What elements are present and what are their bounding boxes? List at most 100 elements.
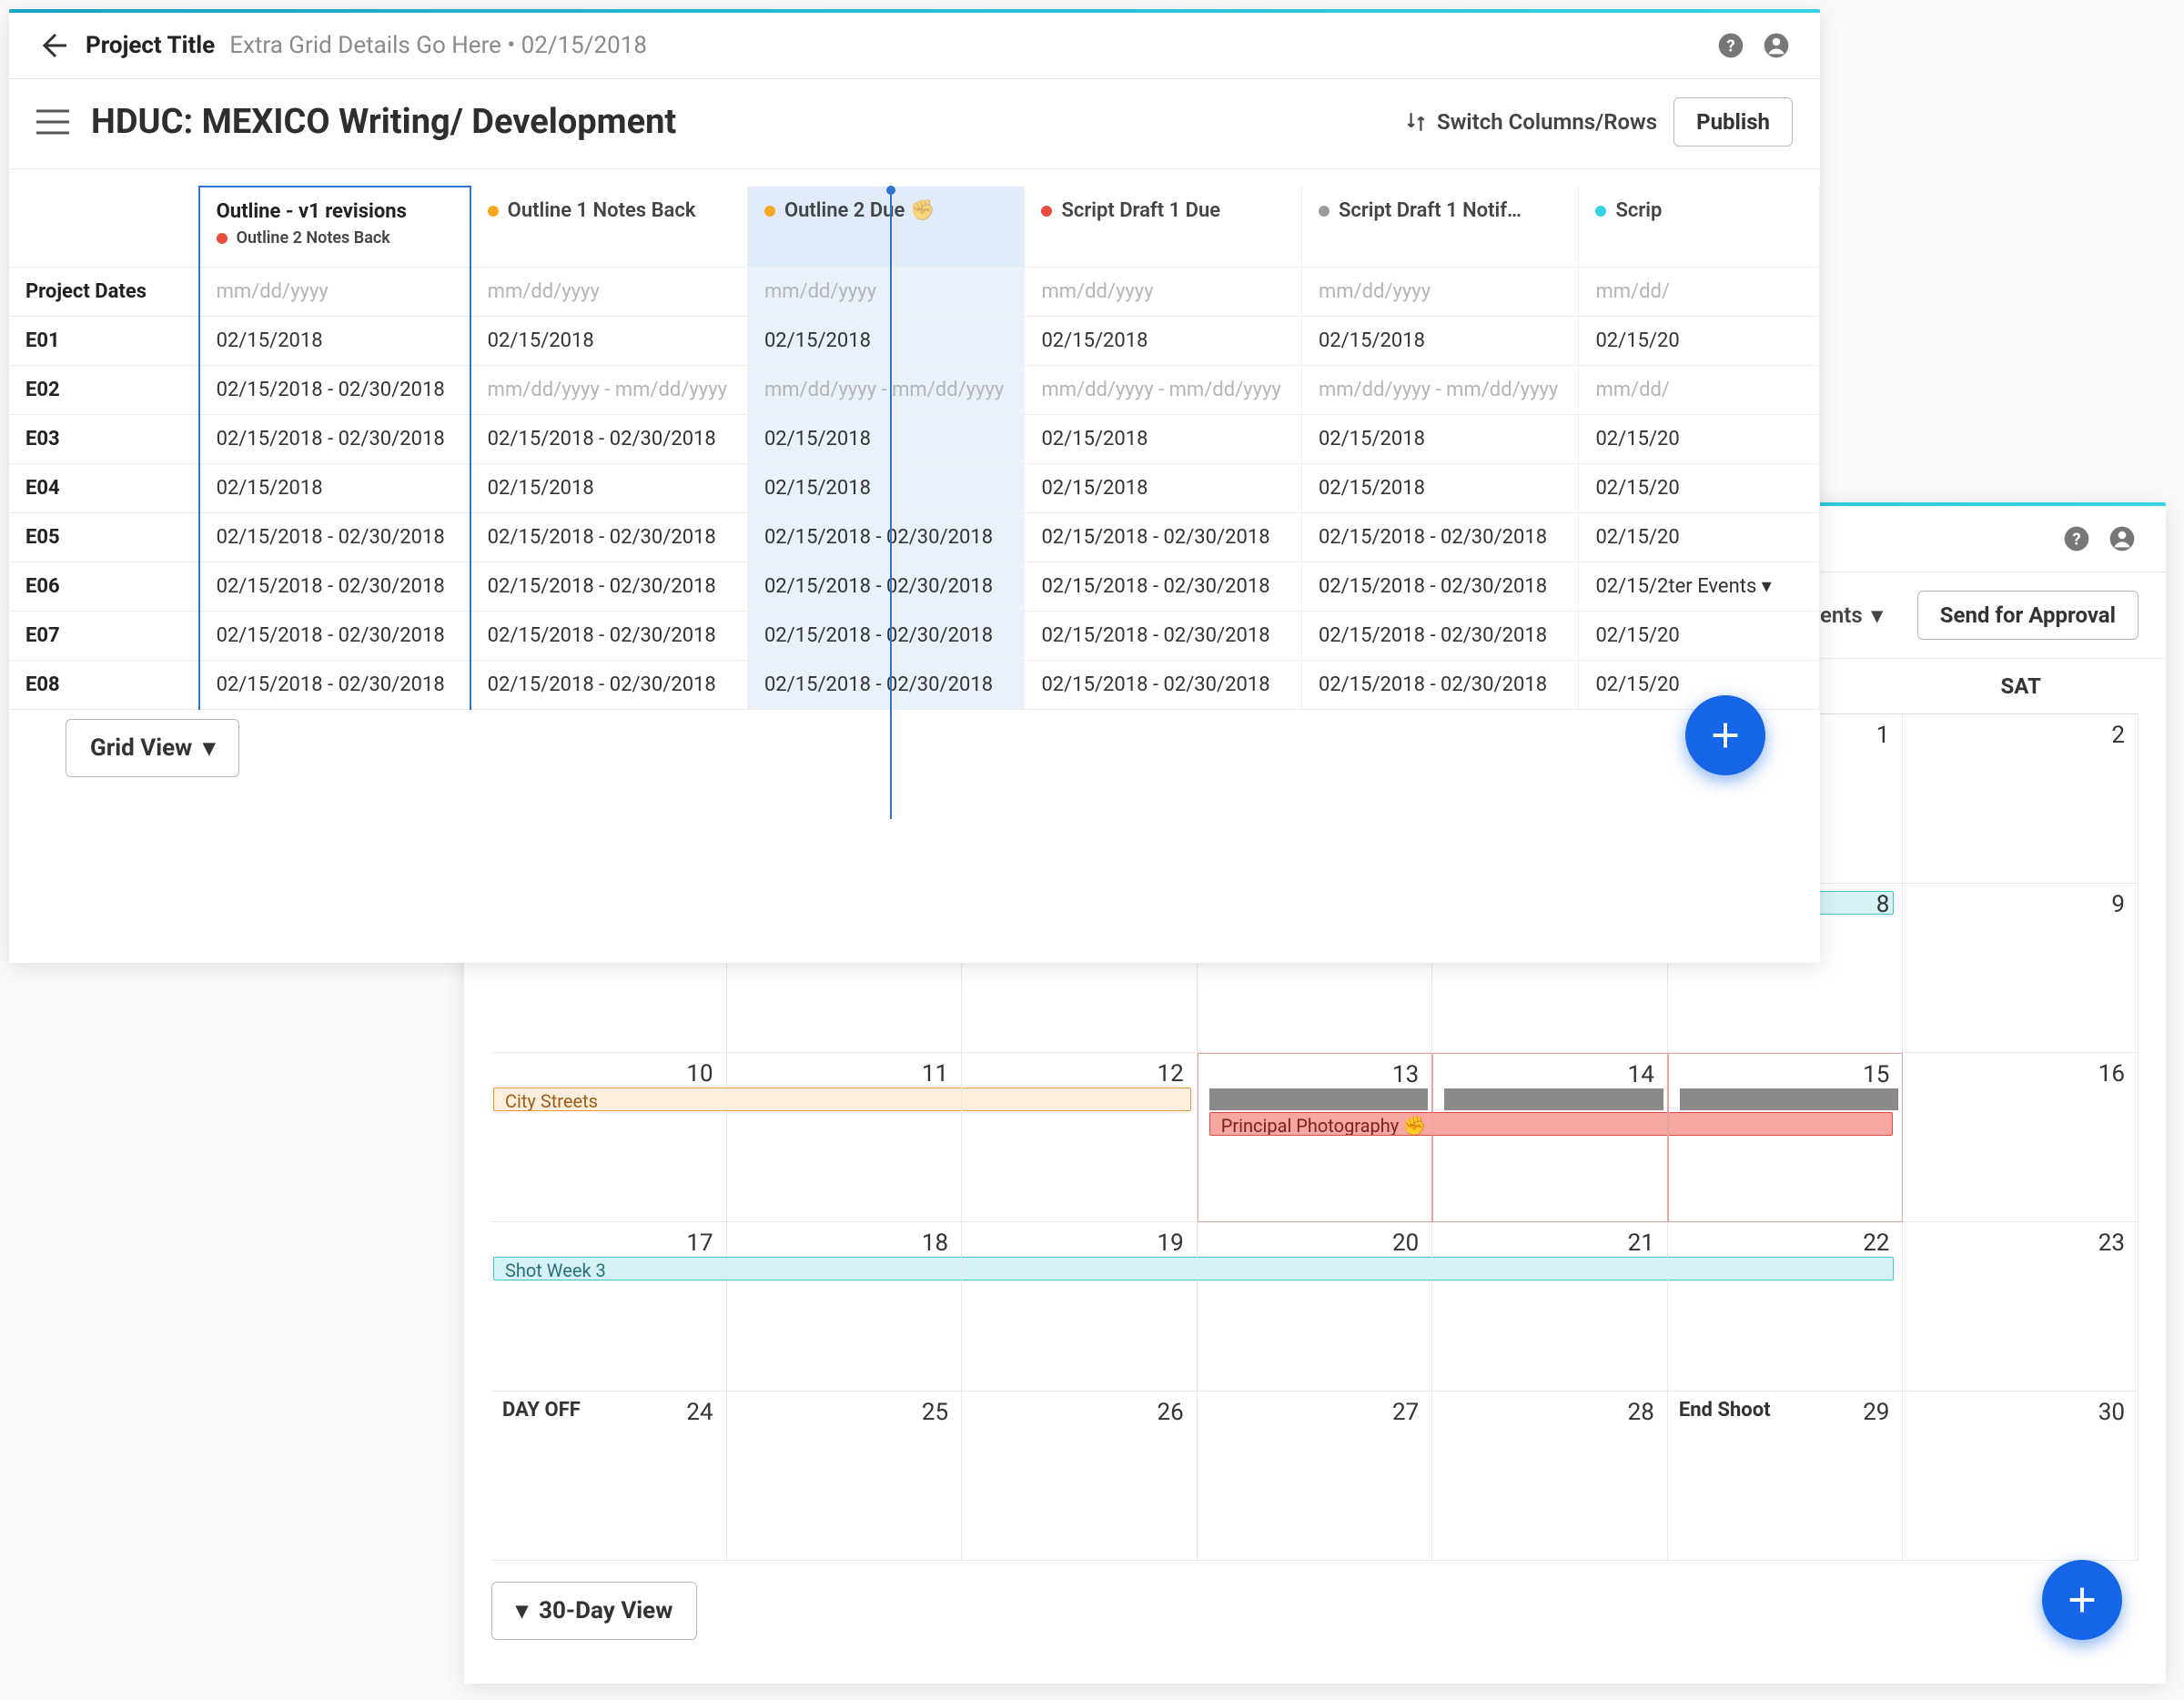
- grid-cell[interactable]: 02/15/20: [1579, 660, 1820, 709]
- calendar-cell[interactable]: 12: [962, 1053, 1198, 1222]
- send-for-approval-button[interactable]: Send for Approval: [1917, 591, 2138, 640]
- calendar-cell[interactable]: 28: [1432, 1391, 1668, 1561]
- grid-cell[interactable]: 02/15/2018 - 02/30/2018: [470, 611, 748, 660]
- column-drag-guide: [890, 186, 892, 819]
- calendar-cell[interactable]: 16: [1903, 1053, 2138, 1222]
- column-header-3[interactable]: Script Draft 1 Due: [1025, 187, 1302, 267]
- column-header-0[interactable]: Outline - v1 revisions Outline 2 Notes B…: [199, 187, 470, 267]
- grid-cell[interactable]: 02/15/20: [1579, 316, 1820, 365]
- calendar-cell[interactable]: 22: [1668, 1222, 1904, 1391]
- account-icon[interactable]: [1760, 29, 1793, 62]
- calendar-view-dropdown[interactable]: ▾30-Day View: [491, 1582, 697, 1640]
- grid-cell[interactable]: mm/dd/: [1579, 267, 1820, 316]
- grid-cell[interactable]: mm/dd/yyyy - mm/dd/yyyy: [747, 365, 1025, 414]
- help-icon[interactable]: ?: [2060, 522, 2093, 555]
- grid-cell[interactable]: 02/15/2018 - 02/30/2018: [199, 365, 470, 414]
- grid-cell[interactable]: 02/15/2018: [1301, 316, 1579, 365]
- grid-cell[interactable]: 02/15/2018 - 02/30/2018: [199, 611, 470, 660]
- calendar-cell[interactable]: 11: [727, 1053, 963, 1222]
- calendar-cell[interactable]: 18: [727, 1222, 963, 1391]
- grid-cell[interactable]: mm/dd/yyyy - mm/dd/yyyy: [470, 365, 748, 414]
- hamburger-icon[interactable]: [36, 109, 69, 135]
- grid-cell[interactable]: mm/dd/yyyy: [470, 267, 748, 316]
- publish-button[interactable]: Publish: [1673, 97, 1793, 147]
- calendar-cell[interactable]: 29End Shoot: [1668, 1391, 1904, 1561]
- grid-cell[interactable]: 02/15/2018: [747, 414, 1025, 463]
- account-icon[interactable]: [2106, 522, 2138, 555]
- calendar-cell[interactable]: 19: [962, 1222, 1198, 1391]
- grid-cell[interactable]: 02/15/2018 - 02/30/2018: [747, 660, 1025, 709]
- grid-cell[interactable]: 02/15/20: [1579, 414, 1820, 463]
- grid-cell[interactable]: 02/15/2018 - 02/30/2018: [199, 512, 470, 562]
- grid-cell[interactable]: 02/15/2018 - 02/30/2018: [1025, 660, 1302, 709]
- grid-cell[interactable]: 02/15/2ter Events ▾: [1579, 562, 1820, 611]
- grid-cell[interactable]: 02/15/2018 - 02/30/2018: [470, 660, 748, 709]
- grid-cell[interactable]: 02/15/2018: [1301, 463, 1579, 512]
- calendar-cell[interactable]: 24DAY OFF: [491, 1391, 727, 1561]
- calendar-cell[interactable]: 25: [727, 1391, 963, 1561]
- calendar-cell[interactable]: 9: [1903, 884, 2138, 1053]
- grid-cell[interactable]: 02/15/20: [1579, 611, 1820, 660]
- grid-cell[interactable]: mm/dd/yyyy - mm/dd/yyyy: [1025, 365, 1302, 414]
- calendar-cell[interactable]: 20: [1198, 1222, 1433, 1391]
- grid-cell[interactable]: 02/15/2018 - 02/30/2018: [1025, 512, 1302, 562]
- grid-cell[interactable]: 02/15/2018: [470, 316, 748, 365]
- project-title[interactable]: Project Title: [86, 32, 215, 59]
- svg-text:?: ?: [1726, 36, 1734, 56]
- calendar-cell[interactable]: 17Shot Week 3: [491, 1222, 727, 1391]
- grid-cell[interactable]: 02/15/2018 - 02/30/2018: [1025, 562, 1302, 611]
- grid-cell[interactable]: 02/15/20: [1579, 463, 1820, 512]
- grid-cell[interactable]: 02/15/2018 - 02/30/2018: [199, 562, 470, 611]
- calendar-cell[interactable]: 27: [1198, 1391, 1433, 1561]
- grid-cell[interactable]: mm/dd/yyyy: [747, 267, 1025, 316]
- switch-columns-rows[interactable]: Switch Columns/Rows: [1404, 109, 1657, 135]
- add-fab[interactable]: [2042, 1560, 2122, 1640]
- grid-cell[interactable]: 02/15/20: [1579, 512, 1820, 562]
- grid-cell[interactable]: mm/dd/yyyy - mm/dd/yyyy: [1301, 365, 1579, 414]
- grid-cell[interactable]: mm/dd/yyyy: [1301, 267, 1579, 316]
- column-header-5[interactable]: Scrip: [1579, 187, 1820, 267]
- calendar-cell[interactable]: 2: [1903, 714, 2138, 884]
- grid-cell[interactable]: 02/15/2018 - 02/30/2018: [1301, 660, 1579, 709]
- grid-cell[interactable]: 02/15/2018: [1301, 414, 1579, 463]
- grid-cell[interactable]: 02/15/2018 - 02/30/2018: [1301, 611, 1579, 660]
- grid-cell[interactable]: 02/15/2018 - 02/30/2018: [1301, 562, 1579, 611]
- grid-cell[interactable]: 02/15/2018: [747, 463, 1025, 512]
- column-header-4[interactable]: Script Draft 1 Notif…: [1301, 187, 1579, 267]
- help-icon[interactable]: ?: [1714, 29, 1747, 62]
- grid-cell[interactable]: 02/15/2018 - 02/30/2018: [470, 414, 748, 463]
- column-header-1[interactable]: Outline 1 Notes Back: [470, 187, 748, 267]
- calendar-cell[interactable]: 13Principal Photography ✊: [1198, 1053, 1433, 1222]
- grid-cell[interactable]: 02/15/2018 - 02/30/2018: [1025, 611, 1302, 660]
- grid-cell[interactable]: mm/dd/: [1579, 365, 1820, 414]
- grid-cell[interactable]: 02/15/2018 - 02/30/2018: [747, 512, 1025, 562]
- grid-view-dropdown[interactable]: Grid View▾: [66, 719, 239, 777]
- calendar-cell[interactable]: 15: [1668, 1053, 1904, 1222]
- grid-cell[interactable]: 02/15/2018: [199, 463, 470, 512]
- grid-cell[interactable]: mm/dd/yyyy: [199, 267, 470, 316]
- grid-cell[interactable]: 02/15/2018 - 02/30/2018: [470, 562, 748, 611]
- grid-cell[interactable]: 02/15/2018: [470, 463, 748, 512]
- grid-cell[interactable]: 02/15/2018 - 02/30/2018: [199, 414, 470, 463]
- add-fab[interactable]: [1685, 695, 1765, 775]
- grid-cell[interactable]: 02/15/2018: [1025, 463, 1302, 512]
- grid-cell[interactable]: 02/15/2018 - 02/30/2018: [470, 512, 748, 562]
- grid-cell[interactable]: 02/15/2018 - 02/30/2018: [199, 660, 470, 709]
- calendar-cell[interactable]: 26: [962, 1391, 1198, 1561]
- grid-cell[interactable]: 02/15/2018: [747, 316, 1025, 365]
- grid-cell[interactable]: 02/15/2018: [199, 316, 470, 365]
- column-header-2[interactable]: Outline 2 Due✊: [747, 187, 1025, 267]
- grid-cell[interactable]: 02/15/2018 - 02/30/2018: [747, 562, 1025, 611]
- calendar-cell[interactable]: 14: [1432, 1053, 1668, 1222]
- grid-cell[interactable]: mm/dd/yyyy: [1025, 267, 1302, 316]
- grid-cell[interactable]: 02/15/2018: [1025, 316, 1302, 365]
- calendar-cell[interactable]: 23: [1903, 1222, 2138, 1391]
- column-drag-handle[interactable]: [886, 186, 895, 195]
- grid-cell[interactable]: 02/15/2018: [1025, 414, 1302, 463]
- calendar-cell[interactable]: 21: [1432, 1222, 1668, 1391]
- grid-cell[interactable]: 02/15/2018 - 02/30/2018: [747, 611, 1025, 660]
- calendar-cell[interactable]: 10City Streets: [491, 1053, 727, 1222]
- grid-cell[interactable]: 02/15/2018 - 02/30/2018: [1301, 512, 1579, 562]
- calendar-cell[interactable]: 30: [1903, 1391, 2138, 1561]
- back-arrow-icon[interactable]: [36, 29, 69, 62]
